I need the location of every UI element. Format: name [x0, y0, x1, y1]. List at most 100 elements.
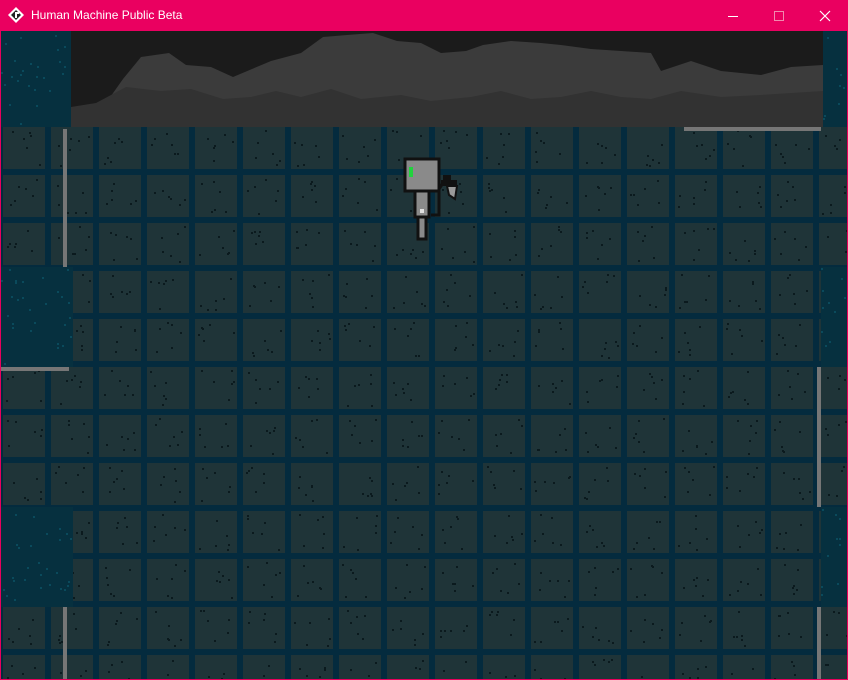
wall-tile	[195, 463, 237, 505]
wall-tile	[819, 127, 847, 169]
wall-tile	[51, 415, 93, 457]
wall-tile	[675, 127, 717, 169]
wall-tile	[531, 559, 573, 601]
wall-tile	[435, 271, 477, 313]
wall-tile	[291, 511, 333, 553]
wall-tile	[147, 655, 189, 679]
wall-tile	[291, 319, 333, 361]
wall-tile	[771, 415, 813, 457]
wall-tile	[531, 463, 573, 505]
wall-tile	[339, 415, 381, 457]
title-bar[interactable]: Human Machine Public Beta	[0, 0, 848, 31]
pillar-block	[823, 31, 847, 127]
close-button[interactable]	[802, 0, 848, 31]
wall-tile	[3, 127, 45, 169]
wall-tile	[339, 511, 381, 553]
wall-tile	[291, 367, 333, 409]
wall-tile	[579, 511, 621, 553]
wall-tile	[531, 271, 573, 313]
wall-tile	[579, 271, 621, 313]
wall-tile	[339, 463, 381, 505]
wall-tile	[819, 655, 847, 679]
wall-tile	[771, 175, 813, 217]
wall-tile	[99, 607, 141, 649]
wall-tile	[723, 127, 765, 169]
wall-tile	[99, 175, 141, 217]
robot-torso	[413, 189, 431, 219]
wall-tile	[435, 367, 477, 409]
wall-tile	[291, 655, 333, 679]
wall-tile	[723, 511, 765, 553]
wall-tile	[291, 127, 333, 169]
wall-tile	[771, 559, 813, 601]
wall-tile	[627, 607, 669, 649]
wall-tile	[627, 271, 669, 313]
wall-tile	[579, 223, 621, 265]
wall-tile	[99, 367, 141, 409]
wall-tile	[387, 463, 429, 505]
wall-tile	[675, 607, 717, 649]
wall-tile	[531, 607, 573, 649]
wall-tile	[51, 127, 93, 169]
wall-tile	[675, 175, 717, 217]
minimize-icon	[728, 15, 738, 17]
wall-tile	[627, 127, 669, 169]
wall-tile	[243, 463, 285, 505]
wall-tile	[195, 511, 237, 553]
wall-tile	[147, 415, 189, 457]
wall-tile	[243, 511, 285, 553]
wall-tile	[387, 511, 429, 553]
wall-tile	[531, 511, 573, 553]
app-icon	[8, 7, 24, 23]
wall-tile	[291, 415, 333, 457]
maximize-button[interactable]	[756, 0, 802, 31]
wall-tile	[723, 559, 765, 601]
wall-tile	[99, 559, 141, 601]
wall-tile	[531, 655, 573, 679]
wall-tile	[243, 655, 285, 679]
wall-tile	[579, 415, 621, 457]
wall-tile	[99, 223, 141, 265]
wall-tile	[627, 367, 669, 409]
wall-tile	[675, 415, 717, 457]
wall-tile	[195, 415, 237, 457]
wall-tile	[291, 463, 333, 505]
wall-tile	[483, 367, 525, 409]
wall-tile	[195, 655, 237, 679]
robot-light	[420, 209, 424, 213]
wall-tile	[723, 175, 765, 217]
wall-tile	[339, 175, 381, 217]
window-title: Human Machine Public Beta	[31, 8, 183, 22]
wall-tile	[483, 271, 525, 313]
wall-tile	[627, 463, 669, 505]
wall-tile	[579, 463, 621, 505]
robot-eye	[409, 167, 413, 177]
wall-tile	[195, 223, 237, 265]
wall-tile	[531, 415, 573, 457]
wall-tile	[771, 319, 813, 361]
wall-tile	[195, 175, 237, 217]
wall-tile	[435, 223, 477, 265]
wall-tile	[675, 319, 717, 361]
wall-tile	[483, 511, 525, 553]
game-canvas[interactable]	[1, 31, 847, 679]
wall-tile	[723, 367, 765, 409]
wall-tile	[51, 655, 93, 679]
wall-tile	[339, 271, 381, 313]
wall-tile	[387, 415, 429, 457]
wall-tile	[435, 607, 477, 649]
wall-tile	[195, 319, 237, 361]
minimize-button[interactable]	[710, 0, 756, 31]
wall-tile	[723, 655, 765, 679]
wall-tile	[627, 319, 669, 361]
wall-tile	[387, 271, 429, 313]
wall-tile	[243, 607, 285, 649]
wall-tile	[99, 271, 141, 313]
wall-tile	[531, 127, 573, 169]
wall-tile	[243, 175, 285, 217]
wall-tile	[771, 223, 813, 265]
wall-tile	[579, 655, 621, 679]
wall-tile	[387, 607, 429, 649]
wall-tile	[99, 655, 141, 679]
wall-tile	[243, 319, 285, 361]
